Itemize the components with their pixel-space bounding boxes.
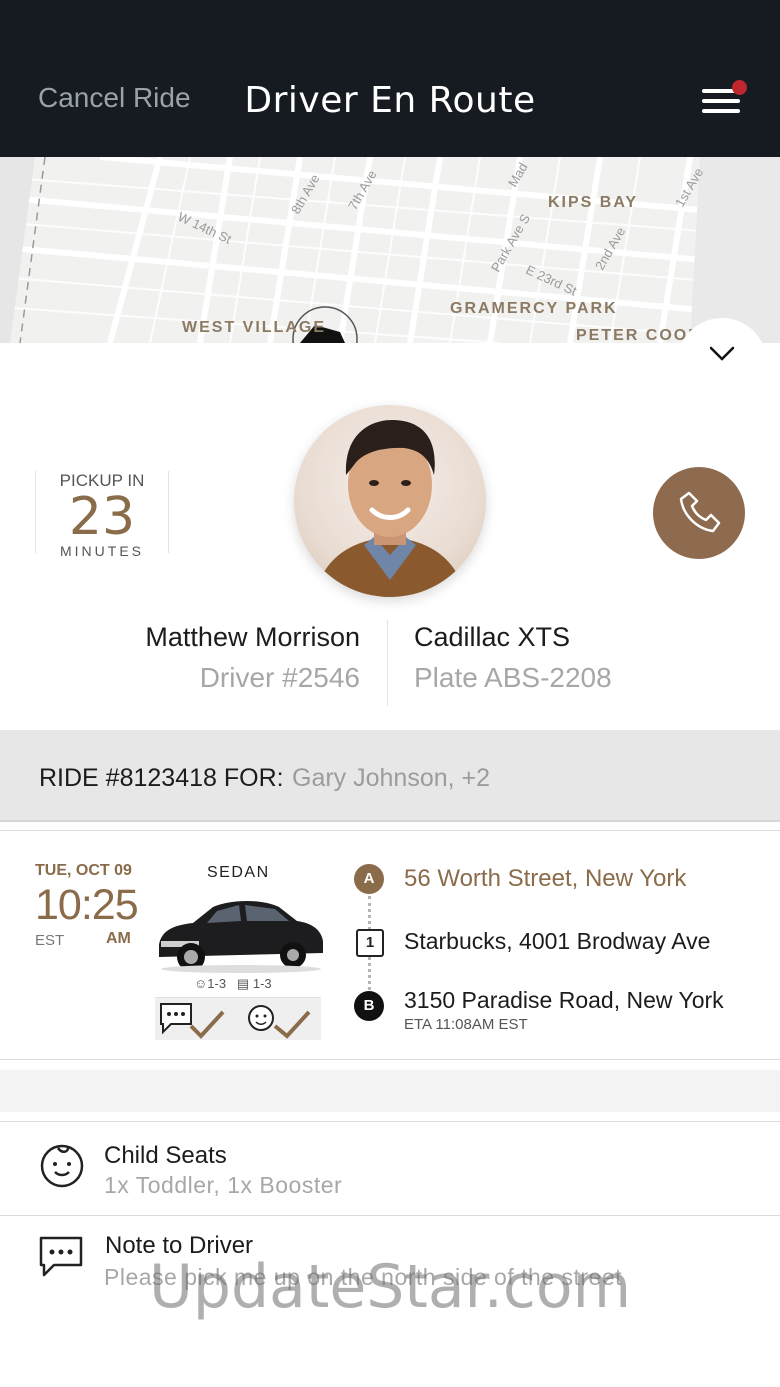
sedan-car-icon — [159, 901, 323, 973]
trip-time: 10:25 — [35, 881, 139, 929]
amenity-icons — [160, 1003, 311, 1039]
hamburger-bar — [702, 109, 740, 113]
driver-photo — [314, 420, 466, 597]
driver-avatar — [294, 405, 486, 597]
divider — [0, 1121, 780, 1122]
dropoff-address: 3150 Paradise Road, New York — [404, 987, 724, 1013]
section-spacer — [0, 1070, 780, 1112]
map-view[interactable]: KIPS BAY GRAMERCY PARK WEST VILLAGE PETE… — [0, 157, 780, 343]
ride-header: RIDE #8123418 FOR: Gary Johnson, +2 — [0, 730, 780, 822]
vehicle-model: Cadillac XTS — [414, 622, 571, 652]
pickup-address: 56 Worth Street, New York — [404, 865, 687, 892]
vehicle-plate: Plate ABS-2208 — [414, 662, 612, 693]
call-driver-button[interactable] — [653, 467, 745, 559]
driver-name: Matthew Morrison — [145, 622, 360, 652]
child-seats-value: 1x Toddler, 1x Booster — [104, 1172, 343, 1198]
note-check-icon — [160, 1003, 225, 1039]
ride-id: RIDE #8123418 FOR: — [39, 764, 284, 792]
child-seat-check-icon — [248, 1005, 311, 1039]
driver-number: Driver #2546 — [199, 662, 360, 693]
vehicle-class: SEDAN — [207, 864, 270, 881]
divider — [0, 1215, 780, 1216]
trip-ampm: AM — [106, 930, 131, 947]
amenities-bar — [155, 997, 321, 1040]
chevron-down-icon — [709, 346, 735, 361]
stop-marker-b: B — [354, 991, 384, 1021]
stop-marker-a: A — [354, 864, 384, 894]
pickup-unit: MINUTES — [60, 543, 144, 559]
divider — [387, 620, 388, 706]
divider — [0, 1059, 780, 1060]
notification-dot — [732, 80, 747, 95]
passenger-capacity: 1-3 — [207, 976, 227, 991]
map-label: WEST VILLAGE — [182, 319, 326, 336]
stop-address: Starbucks, 4001 Brodway Ave — [404, 928, 711, 954]
map-label: KIPS BAY — [548, 194, 639, 211]
pickup-minutes: 23 — [68, 487, 136, 547]
phone-icon — [679, 491, 721, 533]
pickup-eta: PICKUP IN 23 MINUTES — [35, 471, 169, 559]
menu-button[interactable] — [700, 80, 747, 117]
top-bar: Cancel Ride Driver En Route — [0, 0, 780, 157]
collapse-button[interactable] — [677, 318, 767, 408]
luggage-capacity: 1-3 — [252, 976, 272, 991]
person-icon: ☺ — [194, 976, 208, 991]
ride-passengers: Gary Johnson, +2 — [292, 764, 491, 792]
vehicle-capacity: ☺1-3 ▤ 1-3 — [194, 976, 272, 992]
child-face-icon — [40, 1144, 84, 1188]
hamburger-bar — [702, 99, 740, 103]
stop-marker-1: 1 — [356, 929, 384, 957]
map-label: GRAMERCY PARK — [450, 300, 618, 317]
watermark: UpdateStar.com — [148, 1252, 632, 1322]
map-streets — [0, 157, 780, 343]
page-title: Driver En Route — [244, 80, 536, 121]
luggage-icon: ▤ — [236, 976, 250, 991]
trip-timezone: EST — [35, 932, 65, 949]
child-seats-title: Child Seats — [104, 1142, 227, 1169]
trip-date: TUE, OCT 09 — [35, 862, 132, 879]
dropoff-eta: ETA 11:08AM EST — [404, 1016, 528, 1033]
